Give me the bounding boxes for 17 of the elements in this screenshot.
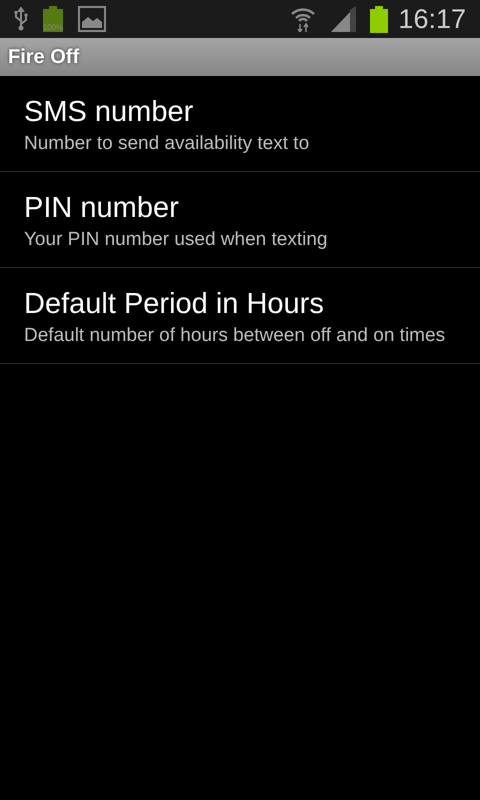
signal-icon (330, 6, 356, 32)
preference-item[interactable]: PIN number Your PIN number used when texting (0, 172, 480, 268)
preference-title: Default Period in Hours (24, 286, 325, 322)
preference-summary: Default number of hours between off and on times (24, 324, 446, 348)
battery-level-text: 100% (42, 23, 64, 32)
image-icon (78, 6, 106, 32)
preference-item[interactable]: SMS number Number to send availability text to (0, 76, 480, 172)
battery-icon (370, 6, 388, 32)
preference-summary: Your PIN number used when texting (24, 228, 328, 252)
preference-title: SMS number (24, 94, 194, 130)
preference-item[interactable]: Default Period in Hours Default number of hours between off and on times (0, 268, 480, 364)
clock: 16:17 (398, 4, 466, 34)
usb-icon (14, 7, 28, 31)
preference-title: PIN number (24, 190, 180, 226)
app-title: Fire Off (8, 46, 80, 68)
preference-summary: Number to send availability text to (24, 132, 310, 156)
wifi-icon (290, 6, 316, 32)
